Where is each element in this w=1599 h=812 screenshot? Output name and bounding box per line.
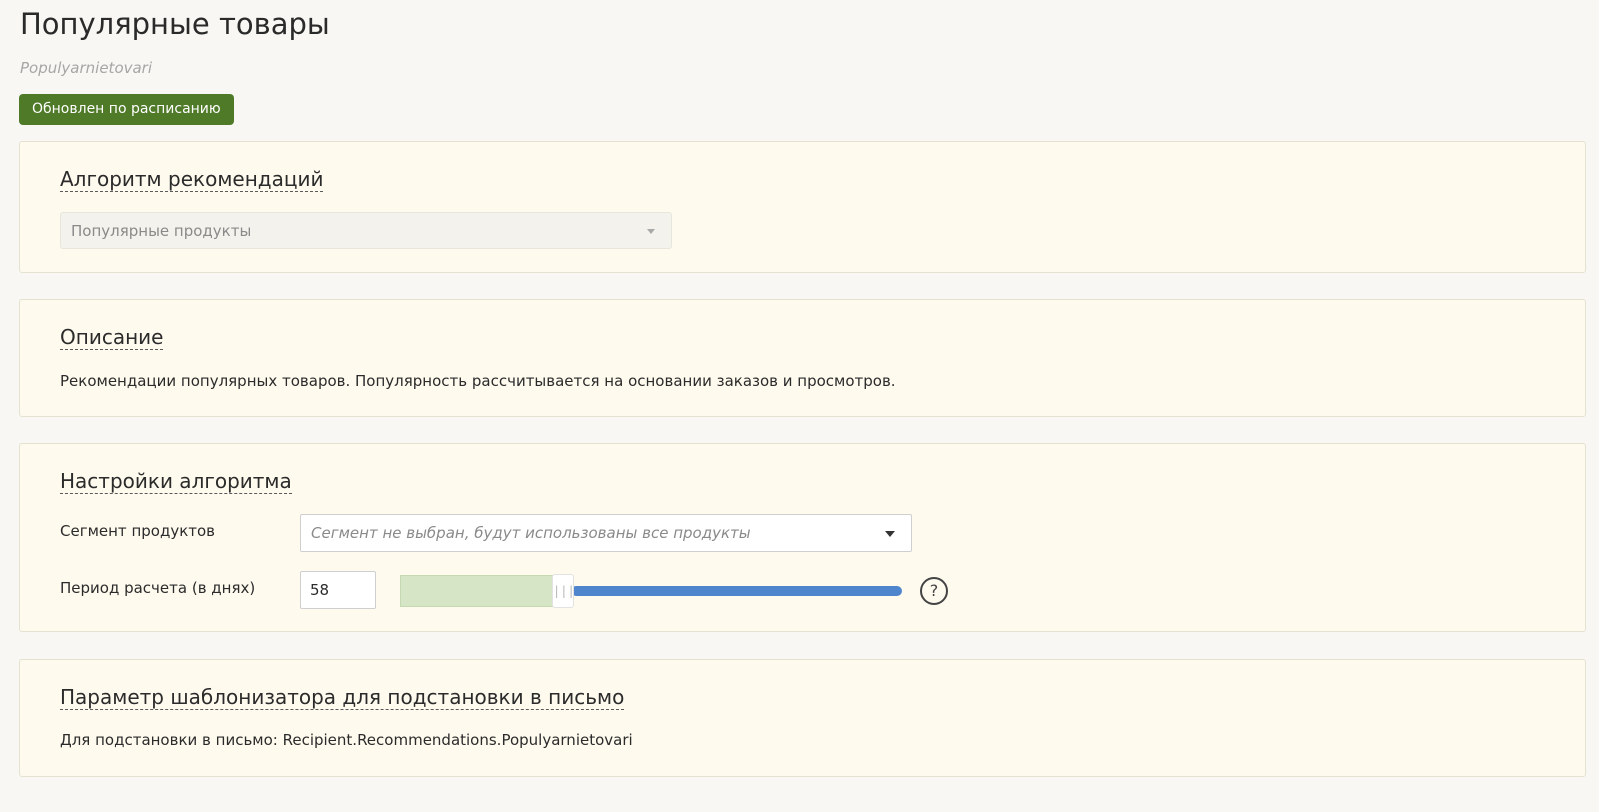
help-icon[interactable]: ?: [920, 577, 948, 605]
description-text: Рекомендации популярных товаров. Популяр…: [60, 372, 896, 390]
description-panel-title[interactable]: Описание: [60, 325, 164, 350]
settings-panel: Настройки алгоритма Сегмент продуктов Се…: [19, 443, 1586, 632]
settings-panel-title[interactable]: Настройки алгоритма: [60, 469, 292, 494]
algorithm-panel-title[interactable]: Алгоритм рекомендаций: [60, 167, 324, 192]
chevron-down-icon: [647, 229, 655, 234]
algorithm-panel: Алгоритм рекомендаций Популярные продукт…: [19, 141, 1586, 273]
template-panel-title[interactable]: Параметр шаблонизатора для подстановки в…: [60, 685, 625, 710]
segment-select[interactable]: Сегмент не выбран, будут использованы вс…: [300, 514, 912, 552]
caret-down-icon: [885, 531, 895, 537]
page-title: Популярные товары: [20, 7, 330, 41]
segment-select-placeholder: Сегмент не выбран, будут использованы вс…: [311, 524, 751, 542]
status-badge: Обновлен по расписанию: [19, 94, 234, 125]
description-panel: Описание Рекомендации популярных товаров…: [19, 299, 1586, 417]
algorithm-select-value: Популярные продукты: [71, 222, 252, 240]
template-text: Для подстановки в письмо: Recipient.Reco…: [60, 731, 633, 749]
slider-handle[interactable]: |||: [552, 574, 575, 608]
algorithm-select[interactable]: Популярные продукты: [60, 212, 672, 249]
period-input[interactable]: [300, 571, 376, 609]
period-label: Период расчета (в днях): [60, 579, 256, 597]
page-subtitle: Populyarnietovari: [20, 59, 153, 77]
period-slider[interactable]: |||: [400, 574, 908, 608]
segment-label: Сегмент продуктов: [60, 522, 216, 540]
slider-selected-range: [400, 575, 563, 607]
slider-track[interactable]: [571, 586, 902, 596]
template-panel: Параметр шаблонизатора для подстановки в…: [19, 659, 1586, 777]
